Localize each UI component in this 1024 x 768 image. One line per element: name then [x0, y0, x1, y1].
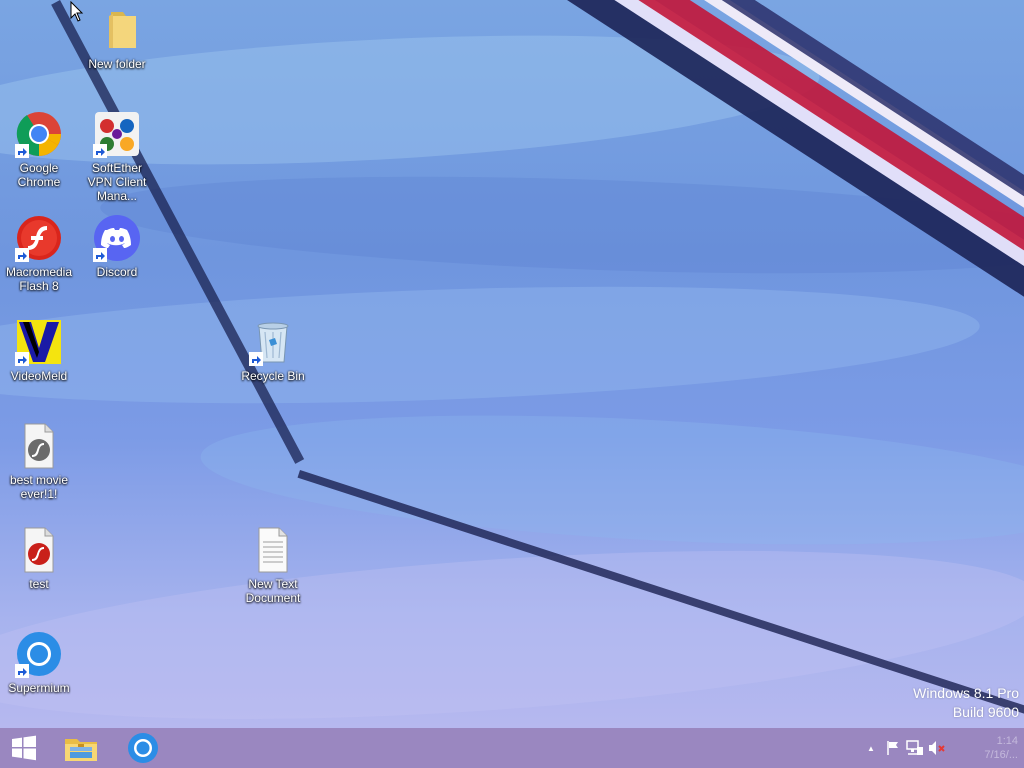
- taskbar-file-explorer[interactable]: [56, 728, 106, 768]
- network-icon: [906, 740, 923, 755]
- icon-label: best movie ever!1!: [9, 473, 69, 501]
- system-tray: ▲ 1:14 7/16/...: [860, 728, 1024, 768]
- supermium-icon: [15, 630, 63, 678]
- desktop-icon-new-folder[interactable]: New folder: [78, 2, 156, 71]
- icon-label: Google Chrome: [17, 161, 61, 189]
- flag-icon: [887, 741, 898, 755]
- shortcut-arrow-icon: [93, 144, 107, 158]
- chrome-icon: [15, 110, 63, 158]
- watermark-edition: Windows 8.1 Pro: [913, 685, 1019, 701]
- icon-label: New folder: [88, 57, 146, 71]
- desktop-icon-test[interactable]: test: [0, 522, 78, 591]
- shortcut-arrow-icon: [15, 144, 29, 158]
- watermark-build: Build 9600: [952, 704, 1019, 720]
- icon-label: Supermium: [8, 681, 70, 695]
- wallpaper-band: [0, 270, 982, 420]
- clock[interactable]: 1:14 7/16/...: [948, 728, 1024, 768]
- wallpaper-band: [0, 521, 1024, 728]
- icon-label: Macromedia Flash 8: [5, 265, 73, 293]
- recycle-bin-icon: [249, 318, 297, 366]
- file-explorer-icon: [65, 739, 97, 761]
- softether-icon: [93, 110, 141, 158]
- icon-label: New Text Document: [245, 577, 301, 605]
- clock-date: 7/16/...: [984, 749, 1018, 761]
- supermium-icon: [128, 733, 158, 763]
- icon-label: test: [29, 577, 49, 591]
- flash-icon: [15, 214, 63, 262]
- taskbar[interactable]: ▲ 1:14 7/16/...: [0, 728, 1024, 768]
- desktop-icon-new-text-document[interactable]: New Text Document: [234, 522, 312, 605]
- flash-file-icon: [15, 422, 63, 470]
- network-button[interactable]: [904, 728, 926, 768]
- shortcut-arrow-icon: [15, 352, 29, 366]
- chevron-up-icon: ▲: [867, 743, 875, 753]
- volume-muted-icon: [929, 741, 945, 755]
- shortcut-arrow-icon: [93, 248, 107, 262]
- desktop-icon-supermium[interactable]: Supermium: [0, 626, 78, 695]
- shortcut-arrow-icon: [15, 248, 29, 262]
- folder-icon: [93, 6, 141, 54]
- desktop-icon-macromedia-flash[interactable]: Macromedia Flash 8: [0, 210, 78, 293]
- volume-button[interactable]: [926, 728, 948, 768]
- shortcut-arrow-icon: [15, 664, 29, 678]
- mouse-cursor-icon: [70, 1, 84, 22]
- text-file-icon: [249, 526, 297, 574]
- desktop-icon-softether-vpn[interactable]: SoftEther VPN Client Mana...: [78, 106, 156, 203]
- show-hidden-icons-button[interactable]: ▲: [860, 728, 882, 768]
- taskbar-supermium[interactable]: [118, 728, 168, 768]
- windows-version-watermark: Windows 8.1 Pro Build 9600: [913, 684, 1019, 722]
- desktop-icon-best-movie[interactable]: best movie ever!1!: [0, 418, 78, 501]
- icon-label: VideoMeld: [10, 369, 68, 383]
- desktop-icon-google-chrome[interactable]: Google Chrome: [0, 106, 78, 189]
- icon-label: SoftEther VPN Client Mana...: [87, 161, 147, 203]
- videomeld-icon: [15, 318, 63, 366]
- action-center-button[interactable]: [882, 728, 904, 768]
- icon-label: Discord: [96, 265, 138, 279]
- discord-icon: [93, 214, 141, 262]
- shortcut-arrow-icon: [249, 352, 263, 366]
- clock-time: 1:14: [996, 735, 1018, 747]
- desktop-icon-discord[interactable]: Discord: [78, 210, 156, 279]
- start-button[interactable]: [0, 728, 48, 768]
- desktop[interactable]: New folder Google Chrome SoftEther VPN C…: [0, 0, 1024, 728]
- desktop-icon-videomeld[interactable]: VideoMeld: [0, 314, 78, 383]
- flash-doc-icon: [15, 526, 63, 574]
- windows-start-icon: [12, 735, 36, 761]
- icon-label: Recycle Bin: [241, 369, 305, 383]
- desktop-icon-recycle-bin[interactable]: Recycle Bin: [234, 314, 312, 383]
